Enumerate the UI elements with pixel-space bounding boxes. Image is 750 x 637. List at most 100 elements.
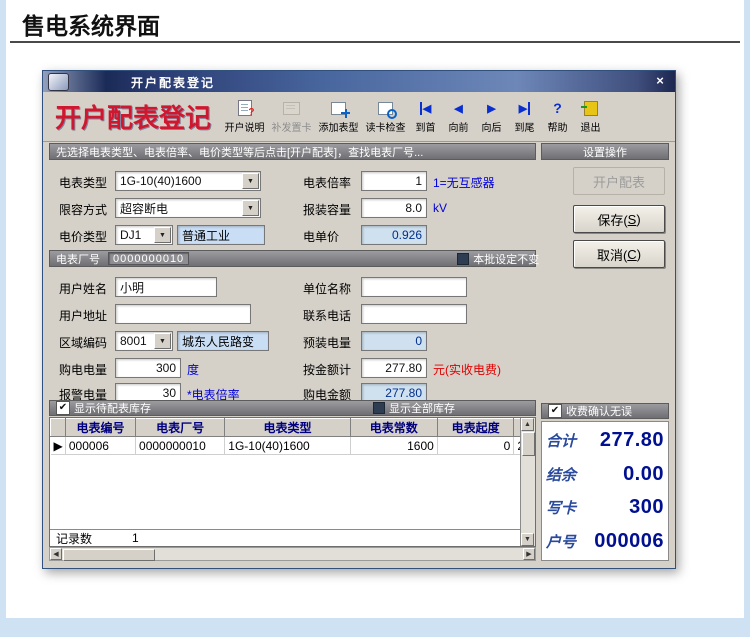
toolbar-button-go-previous[interactable]: ◀ 向前 <box>442 95 475 139</box>
toolbar-button-read-card-check[interactable]: 读卡检查 <box>362 95 409 139</box>
form-big-title: 开户配表登记 <box>55 98 221 135</box>
horizontal-scroll-thumb[interactable] <box>63 549 155 561</box>
chevron-down-icon[interactable]: ▼ <box>242 200 259 216</box>
record-count-label: 记录数 <box>56 530 92 547</box>
meter-type-select[interactable]: 1G-10(40)1600 ▼ <box>115 171 261 191</box>
column-header[interactable]: 电表厂号 <box>136 419 225 437</box>
table-header-row: 电表编号 电表厂号 电表类型 电表常数 电表起度 <box>51 419 522 437</box>
open-account-button[interactable]: 开户配表 <box>573 167 665 195</box>
batch-keep-checkbox[interactable] <box>457 253 469 265</box>
card-icon <box>283 100 300 117</box>
purchase-qty-input[interactable]: 300 <box>115 358 181 378</box>
user-name-input[interactable]: 小明 <box>115 277 217 297</box>
record-count-row: 记录数 1 <box>50 529 521 546</box>
phone-label: 联系电话 <box>303 307 351 324</box>
vertical-scrollbar[interactable]: ▲ ▼ <box>520 418 535 546</box>
page-panel: 售电系统界面 开户配表登记 × 开户配表登记 ? 开户说明 补发置卡 <box>6 0 744 618</box>
factory-number-value: 0000000010 <box>108 252 189 265</box>
capacity-label: 报装容量 <box>303 201 351 218</box>
batch-keep-label: 本批设定不变 <box>473 251 539 267</box>
horizontal-scrollbar[interactable]: ◀ ▶ <box>49 547 536 561</box>
show-pending-label: 显示待配表库存 <box>74 400 151 416</box>
record-count-value: 1 <box>132 531 139 545</box>
price-type-name: 普通工业 <box>177 225 265 245</box>
summary-panel: 合计 277.80 结余 0.00 写卡 300 户号 000006 <box>541 421 669 561</box>
show-all-checkbox[interactable] <box>373 402 385 414</box>
preset-qty-label: 预装电量 <box>303 334 351 351</box>
column-header[interactable]: 电表编号 <box>65 419 135 437</box>
toolbar-button-label: 帮助 <box>548 119 568 134</box>
dialog-titlebar[interactable]: 开户配表登记 × <box>43 71 675 92</box>
toolbar-button-add-meter-type[interactable]: 添加表型 <box>315 95 362 139</box>
by-amount-unit: 元(实收电费) <box>433 361 501 378</box>
cancel-button[interactable]: 取消(C) <box>573 240 665 268</box>
capacity-input[interactable]: 8.0 <box>361 198 427 218</box>
close-icon[interactable]: × <box>652 73 668 89</box>
unit-price-readonly: 0.926 <box>361 225 427 245</box>
purchase-qty-unit: 度 <box>187 361 199 378</box>
address-input[interactable] <box>115 304 251 324</box>
summary-row-account-no: 户号 000006 <box>546 530 664 553</box>
scroll-right-icon[interactable]: ▶ <box>523 548 535 560</box>
toolbar-button-reissue-card[interactable]: 补发置卡 <box>268 95 315 139</box>
check-icon: ✔ <box>551 405 559 417</box>
summary-row-write-card: 写卡 300 <box>546 496 664 519</box>
toolbar-button-go-first[interactable]: ◀ 到首 <box>409 95 442 139</box>
toolbar-button-go-next[interactable]: ▶ 向后 <box>475 95 508 139</box>
toolbar-button-help[interactable]: ? 帮助 <box>541 95 574 139</box>
toolbar-button-account-open-info[interactable]: ? 开户说明 <box>221 95 268 139</box>
scroll-up-icon[interactable]: ▲ <box>521 418 534 431</box>
column-header[interactable]: 电表常数 <box>350 419 437 437</box>
column-header[interactable]: 电表起度 <box>437 419 514 437</box>
dialog-title: 开户配表登记 <box>131 74 215 91</box>
toolbar-button-label: 读卡检查 <box>366 119 406 134</box>
area-code-label: 区域编码 <box>59 334 107 351</box>
unit-price-label: 电单价 <box>303 228 339 245</box>
limit-mode-label: 限容方式 <box>59 201 107 218</box>
meter-ratio-input[interactable]: 1 <box>361 171 427 191</box>
summary-row-balance: 结余 0.00 <box>546 463 664 486</box>
toolbar-button-exit[interactable]: 退出 <box>574 95 607 139</box>
fee-confirm-checkbox[interactable]: ✔ <box>548 404 562 418</box>
show-pending-checkbox[interactable]: ✔ <box>56 401 70 415</box>
go-previous-icon: ◀ <box>454 100 462 117</box>
org-name-input[interactable] <box>361 277 467 297</box>
column-header[interactable]: 电表类型 <box>225 419 350 437</box>
chevron-down-icon[interactable]: ▼ <box>154 333 171 349</box>
card-magnifier-icon <box>378 100 393 117</box>
chevron-down-icon[interactable]: ▼ <box>154 227 171 243</box>
phone-input[interactable] <box>361 304 467 324</box>
fee-confirm-label: 收费确认无误 <box>566 403 632 419</box>
purchase-qty-label: 购电电量 <box>59 361 107 378</box>
add-card-icon <box>331 100 346 117</box>
org-name-label: 单位名称 <box>303 280 351 297</box>
hint-bar: 先选择电表类型、电表倍率、电价类型等后点击[开户配表]，查找电表厂号... <box>49 143 536 160</box>
by-amount-input[interactable]: 277.80 <box>361 358 427 378</box>
help-icon: ? <box>553 100 562 117</box>
page-title: 售电系统界面 <box>22 7 160 41</box>
go-next-icon: ▶ <box>487 100 495 117</box>
preset-qty-readonly: 0 <box>361 331 427 351</box>
go-first-icon: ◀ <box>420 100 431 117</box>
save-button[interactable]: 保存(S) <box>573 205 665 233</box>
window-logo-icon <box>48 73 69 91</box>
table-row[interactable]: ▶ 000006 0000000010 1G-10(40)1600 1600 0… <box>51 437 522 455</box>
toolbar-button-label: 向后 <box>482 119 502 134</box>
cell-meter-type: 1G-10(40)1600 <box>225 437 350 455</box>
limit-mode-select[interactable]: 超容断电 ▼ <box>115 198 261 218</box>
scroll-down-icon[interactable]: ▼ <box>521 533 534 546</box>
chevron-down-icon[interactable]: ▼ <box>242 173 259 189</box>
cell-factory-no: 0000000010 <box>136 437 225 455</box>
toolbar-button-label: 到尾 <box>515 119 535 134</box>
price-type-select[interactable]: DJ1 ▼ <box>115 225 173 245</box>
cell-meter-constant: 1600 <box>350 437 437 455</box>
vertical-scroll-thumb[interactable] <box>522 432 535 456</box>
scroll-left-icon[interactable]: ◀ <box>50 548 62 560</box>
area-code-select[interactable]: 8001 ▼ <box>115 331 173 351</box>
toolbar-button-go-last[interactable]: ▶ 到尾 <box>508 95 541 139</box>
stock-filter-bar: ✔ 显示待配表库存 显示全部库存 <box>49 400 536 416</box>
check-icon: ✔ <box>59 402 67 414</box>
hint-text: 先选择电表类型、电表倍率、电价类型等后点击[开户配表]，查找电表厂号... <box>56 144 423 160</box>
capacity-unit: kV <box>433 201 447 215</box>
factory-number-label: 电表厂号 <box>56 251 100 267</box>
